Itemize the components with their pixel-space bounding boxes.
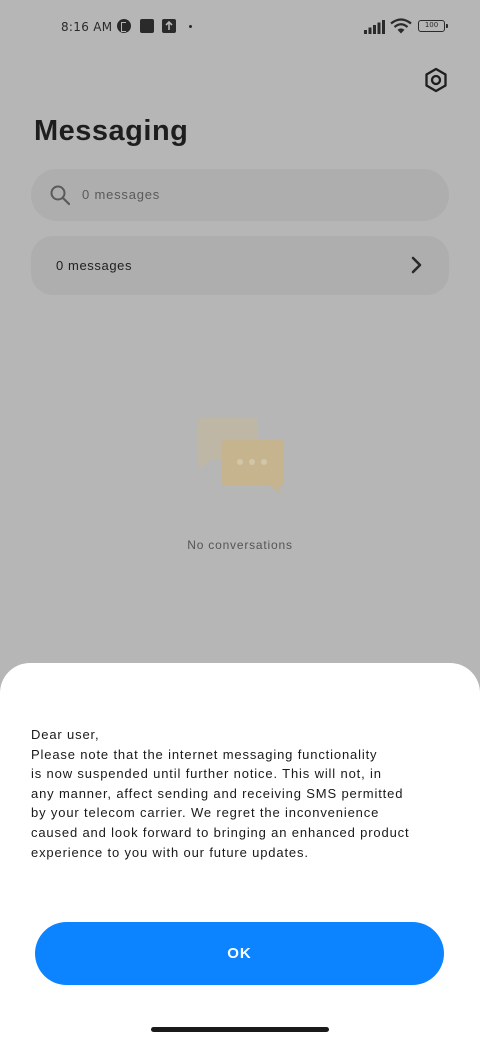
dot-icon <box>189 25 192 28</box>
gear-icon <box>425 67 447 93</box>
empty-state-text: No conversations <box>187 538 293 552</box>
upload-icon <box>162 19 176 33</box>
messages-row-label: 0 messages <box>56 258 133 273</box>
settings-button[interactable] <box>420 64 452 96</box>
dialog-message: Dear user, Please note that the internet… <box>31 727 410 860</box>
search-icon <box>50 185 71 206</box>
ok-button[interactable]: OK <box>35 922 444 985</box>
wifi-icon <box>390 18 412 34</box>
page-title: Messaging <box>34 115 189 147</box>
status-bar: 8:16 AM 100 <box>0 0 480 56</box>
home-indicator[interactable] <box>151 1027 329 1032</box>
notice-dialog: Dear user, Please note that the internet… <box>0 663 480 1040</box>
search-input[interactable]: 0 messages <box>82 187 160 202</box>
square-app-icon <box>140 19 154 33</box>
status-time: 8:16 AM <box>61 20 113 34</box>
signal-icon <box>364 20 385 34</box>
chat-bubbles-icon <box>198 418 284 494</box>
messages-row[interactable]: 0 messages <box>31 236 449 295</box>
chevron-right-icon <box>411 256 422 274</box>
p-app-icon <box>117 19 131 33</box>
search-bar[interactable]: 0 messages <box>31 169 449 221</box>
battery-icon: 100 <box>418 20 448 32</box>
